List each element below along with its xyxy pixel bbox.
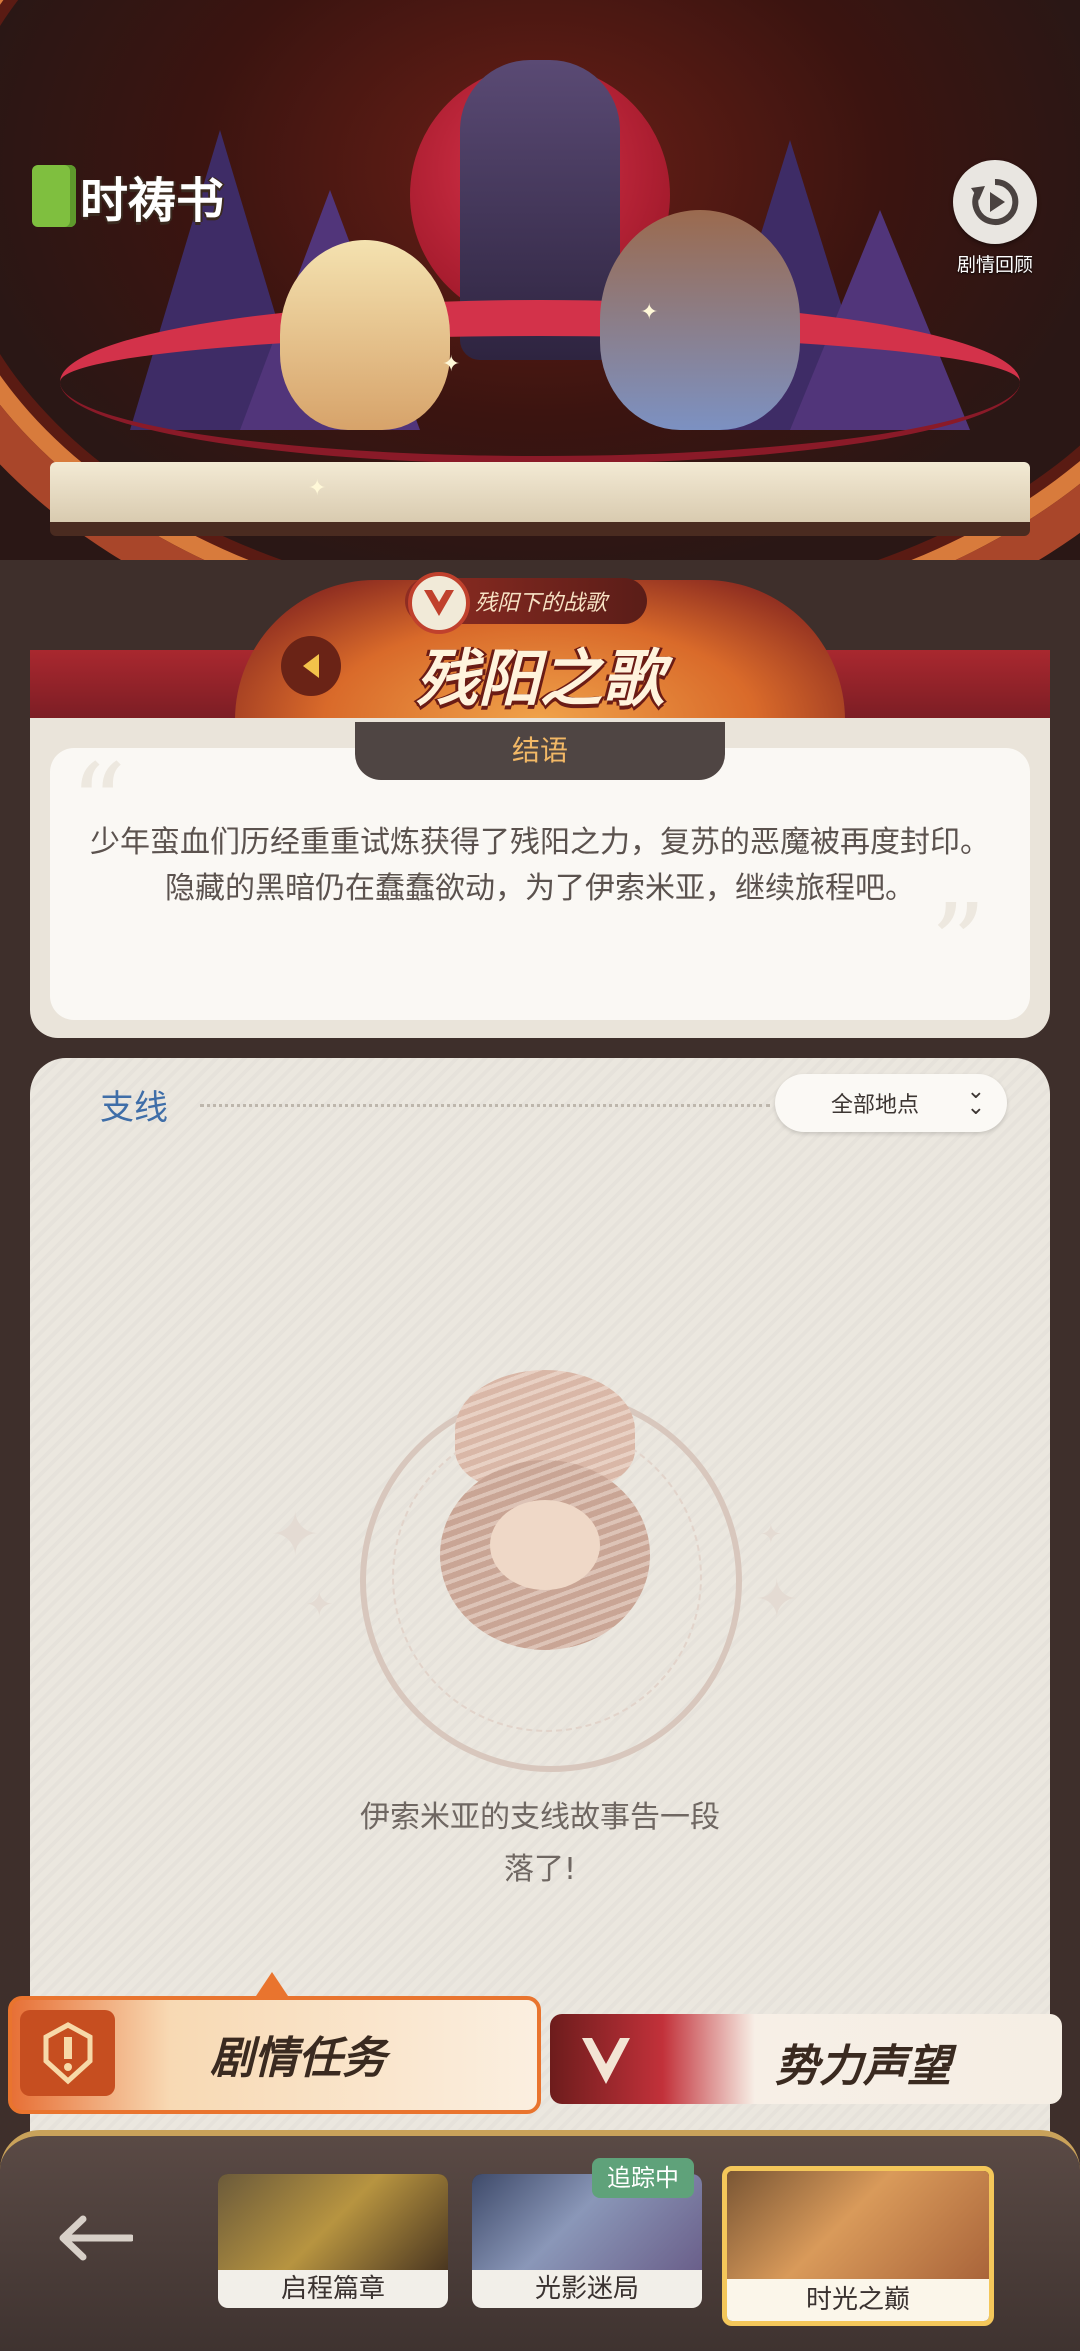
- replay-label: 剧情回顾: [956, 254, 1033, 276]
- faction-reputation-icon: [558, 2024, 653, 2096]
- hero-character-right: [600, 210, 800, 430]
- sparkle-icon: ✦: [442, 352, 461, 377]
- empty-state-message: 伊索米亚的支线故事告一段 落了!: [320, 1792, 760, 1896]
- empty-state-line1: 伊索米亚的支线故事告一段: [360, 1800, 720, 1835]
- chapter-card-thumbnail: [218, 2174, 448, 2270]
- epilogue-text: 少年蛮血们历经重重试炼获得了残阳之力，复苏的恶魔被再度封印。隐藏的黑暗仍在蠢蠢欲…: [90, 825, 990, 906]
- filter-label: 全部地点: [831, 1093, 920, 1118]
- dotted-divider: [200, 1104, 770, 1107]
- side-quest-title: 支线: [100, 1088, 168, 1128]
- sparkle-icon: ✦: [308, 476, 327, 501]
- epilogue-tab: 结语: [355, 722, 725, 780]
- chapter-card-label: 时光之巅: [727, 2279, 989, 2321]
- chapter-card-label: 光影迷局: [472, 2270, 702, 2308]
- chapter-card-thumbnail: [727, 2171, 989, 2279]
- tracking-badge: 追踪中: [592, 2158, 694, 2198]
- replay-icon: [953, 160, 1037, 244]
- red-ribbon: [60, 300, 1020, 464]
- chevron-left-icon: [303, 654, 319, 678]
- hero-illustration: ✦ ✦ ✦: [0, 0, 1080, 560]
- tab-story-quests-label: 剧情任务: [210, 2033, 386, 2084]
- chapter-card-label: 启程篇章: [218, 2270, 448, 2308]
- back-button[interactable]: [55, 2208, 135, 2268]
- selected-tab-pointer: [256, 1972, 288, 1996]
- tab-faction-reputation-label: 势力声望: [775, 2041, 951, 2092]
- app-logo: 时祷书: [32, 160, 224, 232]
- chapter-prev-button[interactable]: [281, 636, 341, 696]
- faction-emblem-icon: [408, 572, 470, 634]
- chapter-card-journey[interactable]: 启程篇章: [218, 2174, 448, 2308]
- double-chevron-down-icon: ⌄ ⌄: [966, 1079, 985, 1120]
- star-sparkle-icon: ✦: [270, 1500, 321, 1570]
- book-logo-icon: [32, 165, 76, 227]
- logo-text: 时祷书: [80, 173, 225, 229]
- open-book: [50, 462, 1030, 536]
- mascot-face: [490, 1500, 600, 1590]
- hero-character-left: [280, 240, 450, 430]
- chapter-card-time-peak[interactable]: 时光之巅: [722, 2166, 994, 2326]
- empty-state-line2: 落了!: [503, 1852, 577, 1887]
- sparkle-icon: ✦: [640, 300, 659, 325]
- star-sparkle-icon: ✦: [760, 1520, 782, 1550]
- chapter-title: 残阳之歌: [415, 642, 664, 715]
- story-quest-icon: [20, 2010, 115, 2096]
- story-replay-button[interactable]: 剧情回顾: [950, 160, 1040, 277]
- chapter-subtitle: 残阳下的战歌: [475, 591, 608, 616]
- star-sparkle-icon: ✦: [755, 1570, 799, 1630]
- star-sparkle-icon: ✦: [305, 1585, 334, 1625]
- arrow-left-icon: [59, 2215, 133, 2261]
- location-filter-dropdown[interactable]: 全部地点 ⌄ ⌄: [775, 1074, 1007, 1132]
